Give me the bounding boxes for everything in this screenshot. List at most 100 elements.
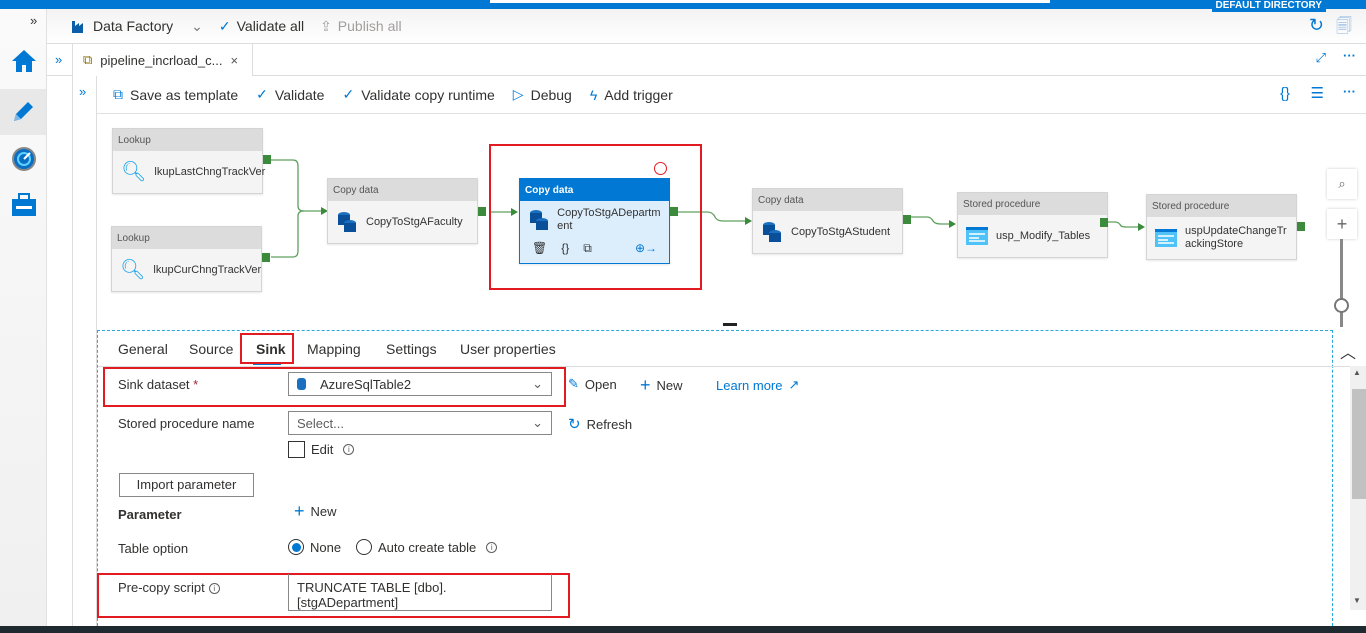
- refresh-icon[interactable]: ↻: [1309, 15, 1324, 36]
- publish-all-button[interactable]: ⇪ Publish all: [320, 18, 402, 35]
- close-tab-icon[interactable]: ×: [230, 53, 238, 68]
- panel-resize-handle[interactable]: [723, 323, 737, 326]
- plus-icon: +: [640, 375, 651, 395]
- scroll-down-icon[interactable]: ▼: [1353, 596, 1361, 605]
- pipeline-canvas[interactable]: Lookup 🔍︎ lkupLastChngTrackVer Lookup 🔍︎ l…: [97, 114, 1366, 327]
- refresh-button[interactable]: ↻ Refresh: [568, 415, 632, 433]
- factory-name: Data Factory: [93, 18, 174, 34]
- zoom-slider-track[interactable]: [1340, 239, 1343, 327]
- pipeline-tab-title: pipeline_incrload_c...: [100, 52, 223, 68]
- activity-name: CopyToStgAFaculty: [366, 215, 463, 228]
- activity-sp-update[interactable]: Stored procedure uspUpdateChangeTracking…: [1146, 194, 1297, 260]
- tab-settings[interactable]: Settings: [386, 341, 437, 357]
- data-factory-selector[interactable]: Data Factory ⌄: [71, 18, 203, 35]
- connector: [271, 159, 322, 212]
- output-port[interactable]: [1100, 218, 1108, 227]
- activity-type: Lookup: [113, 129, 262, 151]
- add-output-icon[interactable]: ⊕→: [635, 241, 657, 256]
- sink-dataset-text: Sink dataset: [118, 377, 190, 392]
- sink-dataset-value: AzureSqlTable2: [320, 376, 412, 392]
- copy-database-icon: [530, 210, 548, 230]
- code-icon[interactable]: {}: [561, 241, 569, 256]
- activity-name: usp_Modify_Tables: [996, 229, 1091, 242]
- debug-label: Debug: [530, 86, 572, 103]
- author-pencil-icon[interactable]: [0, 89, 46, 135]
- scrollbar-thumb[interactable]: [1352, 389, 1366, 499]
- play-icon: ▷: [512, 86, 524, 102]
- activity-name: lkupCurChngTrackVer: [153, 263, 262, 276]
- import-parameter-button[interactable]: Import parameter: [119, 473, 254, 497]
- new-parameter-button[interactable]: + New: [294, 501, 337, 522]
- activity-copy-student[interactable]: Copy data CopyToStgAStudent: [752, 188, 903, 254]
- delete-icon[interactable]: 🗑: [532, 241, 547, 256]
- validate-all-label: Validate all: [236, 18, 305, 34]
- expand-icon[interactable]: ⤢: [1316, 50, 1326, 66]
- manage-toolbox-icon[interactable]: [8, 189, 40, 221]
- canvas-search-icon[interactable]: ⌕: [1327, 169, 1357, 199]
- arrow-head: [949, 220, 956, 228]
- code-braces-icon[interactable]: {}: [1280, 85, 1290, 102]
- output-port[interactable]: [903, 215, 911, 224]
- tab-source[interactable]: Source: [189, 341, 233, 357]
- pencil-icon: ✎: [568, 376, 579, 391]
- zoom-slider-handle[interactable]: [1334, 298, 1349, 313]
- monitor-icon[interactable]: [8, 143, 40, 175]
- home-icon[interactable]: [8, 45, 40, 77]
- tab-mapping[interactable]: Mapping: [307, 341, 361, 357]
- validate-runtime-button[interactable]: ✓ Validate copy runtime: [342, 86, 494, 103]
- activity-copy-faculty[interactable]: Copy data CopyToStgAFaculty: [327, 178, 478, 244]
- more-icon[interactable]: ···: [1343, 48, 1356, 63]
- radio-selected[interactable]: [288, 539, 304, 555]
- output-port[interactable]: [478, 207, 486, 216]
- activity-copy-department[interactable]: Copy data CopyToStgADepartment 🗑 {} ⧉ ⊕→: [519, 178, 670, 264]
- activity-lookup-cur[interactable]: Lookup 🔍︎ lkupCurChngTrackVer: [111, 226, 262, 292]
- expand-activities-icon[interactable]: »: [79, 84, 86, 99]
- tab-general[interactable]: General: [118, 341, 168, 357]
- activity-lookup-last[interactable]: Lookup 🔍︎ lkupLastChngTrackVer: [112, 128, 265, 194]
- properties-icon[interactable]: ☰: [1311, 84, 1324, 102]
- save-as-template-button[interactable]: ⧉ Save as template: [113, 86, 238, 103]
- activity-type: Copy data: [328, 179, 477, 201]
- activity-sp-modify[interactable]: Stored procedure usp_Modify_Tables: [957, 192, 1108, 258]
- activity-name: CopyToStgAStudent: [791, 225, 891, 238]
- panel-scrollbar[interactable]: ▲ ▼: [1350, 366, 1366, 610]
- output-port[interactable]: [263, 155, 271, 164]
- factory-resources-collapse[interactable]: »: [47, 44, 73, 626]
- precopy-text: Pre-copy script: [118, 580, 205, 595]
- validate-all-button[interactable]: ✓ Validate all: [219, 18, 304, 35]
- tab-user-properties[interactable]: User properties: [460, 341, 556, 357]
- discard-icon[interactable]: 🗐: [1336, 15, 1352, 42]
- search-box[interactable]: [490, 0, 1050, 3]
- output-port[interactable]: [1297, 222, 1305, 231]
- debug-button[interactable]: ▷ Debug: [513, 86, 572, 103]
- sink-dataset-select[interactable]: AzureSqlTable2 ⌄: [288, 372, 552, 396]
- clone-icon[interactable]: ⧉: [583, 241, 592, 256]
- scroll-up-icon[interactable]: ▲: [1353, 368, 1361, 377]
- table-option-none-radio[interactable]: None: [288, 539, 341, 555]
- add-trigger-button[interactable]: ϟ Add trigger: [590, 87, 673, 103]
- checkbox-box[interactable]: [288, 441, 305, 458]
- validate-button[interactable]: ✓ Validate: [256, 86, 324, 103]
- table-option-label: Table option: [118, 541, 189, 556]
- expand-nav-icon[interactable]: »: [30, 13, 37, 28]
- output-port[interactable]: [262, 253, 270, 262]
- more-icon[interactable]: ···: [1343, 84, 1356, 99]
- radio-unselected[interactable]: [356, 539, 372, 555]
- precopy-label: Pre-copy script i: [118, 580, 220, 595]
- table-option-auto-radio[interactable]: Auto create table i: [356, 539, 498, 555]
- collapse-panel-chevron-up-icon[interactable]: ︿: [1340, 339, 1356, 363]
- new-dataset-button[interactable]: + New: [640, 375, 683, 396]
- publish-all-label: Publish all: [337, 18, 402, 34]
- breakpoint-circle-icon[interactable]: [654, 162, 667, 175]
- properties-panel: General Source Sink Mapping Settings Use…: [97, 330, 1366, 626]
- tab-pipeline[interactable]: ⧉ pipeline_incrload_c... ×: [73, 44, 253, 76]
- open-dataset-button[interactable]: ✎ Open: [568, 376, 617, 392]
- zoom-in-icon[interactable]: +: [1327, 209, 1357, 239]
- expand-resources-icon[interactable]: »: [55, 52, 62, 67]
- learn-more-link[interactable]: Learn more ↗: [716, 377, 799, 393]
- edit-checkbox[interactable]: Edit i: [288, 441, 355, 458]
- output-port[interactable]: [670, 207, 678, 216]
- stored-procedure-select[interactable]: Select... ⌄: [288, 411, 552, 435]
- precopy-script-textarea[interactable]: TRUNCATE TABLE [dbo].[stgADepartment]: [288, 574, 552, 611]
- activities-collapse[interactable]: »: [73, 76, 97, 626]
